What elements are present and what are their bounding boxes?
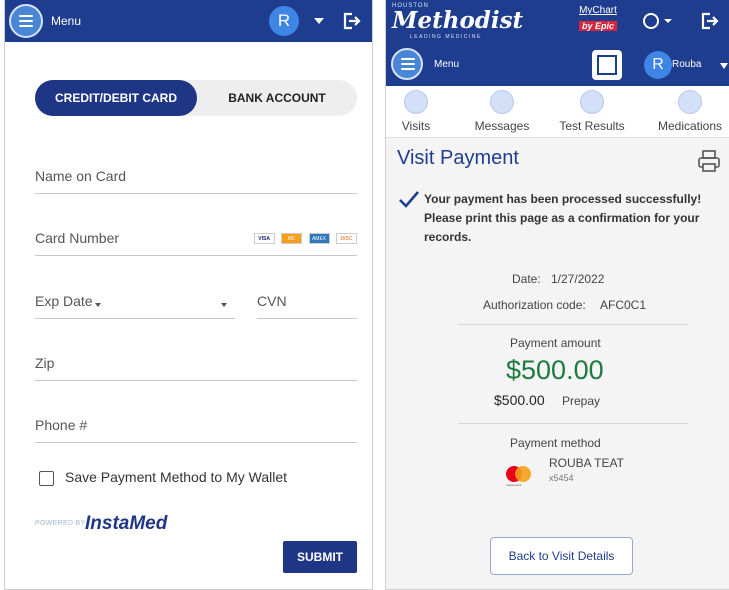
- auth-code: AFC0C1: [600, 298, 647, 312]
- discover-logo: DISC: [336, 233, 357, 244]
- bank-account-tab[interactable]: BANK ACCOUNT: [197, 80, 357, 116]
- powered-by-text: POWERED BY: [35, 520, 86, 527]
- cvn-field[interactable]: CVN: [257, 287, 357, 319]
- payment-amount-value: $500.00: [506, 355, 604, 385]
- confirmation-message: Your payment has been processed successf…: [424, 192, 702, 244]
- qr-code-button[interactable]: [592, 50, 622, 80]
- nav-label: Messages: [474, 119, 530, 133]
- zip-placeholder: Zip: [35, 355, 55, 371]
- avatar[interactable]: R: [269, 6, 299, 36]
- nav-label: Test Results: [559, 119, 625, 133]
- breakdown-amount: $500.00: [494, 392, 545, 408]
- divider: [458, 324, 688, 325]
- chevron-down-icon: [95, 303, 101, 307]
- brand-tagline: LEADING MEDICINE: [410, 34, 482, 40]
- credit-debit-tab[interactable]: CREDIT/DEBIT CARD: [35, 80, 197, 116]
- exp-month-select[interactable]: Exp Date: [35, 287, 135, 319]
- submit-button[interactable]: SUBMIT: [283, 541, 357, 573]
- instamed-logo: InstaMed: [85, 513, 168, 534]
- date-value: 1/27/2022: [551, 272, 605, 286]
- flask-icon: [580, 90, 604, 114]
- check-icon: [399, 191, 419, 208]
- divider: [458, 423, 688, 424]
- name-on-card-field[interactable]: Name on Card: [35, 162, 357, 194]
- logout-icon[interactable]: [341, 11, 361, 31]
- calendar-icon: [404, 90, 428, 114]
- auth-label: Authorization code:: [483, 298, 586, 312]
- chevron-down-icon[interactable]: [664, 19, 672, 23]
- card-brand-logos: VISA MC AMEX DISC: [252, 233, 357, 251]
- visit-payment-panel: HOUSTON Methodist LEADING MEDICINE MyCha…: [385, 0, 729, 590]
- nav-item-test-results[interactable]: Test Results: [554, 90, 630, 133]
- menu-label: Menu: [51, 14, 82, 28]
- mastercard-wordmark: mastercard: [506, 483, 522, 487]
- phone-placeholder: Phone #: [35, 417, 88, 433]
- exp-date-placeholder: Exp Date: [35, 293, 93, 309]
- payment-amount-label: Payment amount: [510, 336, 601, 350]
- mychart-header: HOUSTON Methodist LEADING MEDICINE MyCha…: [386, 0, 729, 86]
- cvn-placeholder: CVN: [257, 293, 287, 309]
- mychart-label: MyChart: [579, 5, 617, 16]
- pill-icon: [678, 90, 702, 114]
- menu-label: Menu: [434, 59, 460, 70]
- date-label: Date:: [512, 272, 541, 286]
- app-header: Menu R: [5, 0, 372, 42]
- avatar[interactable]: R: [644, 51, 672, 79]
- mastercard-logo: MC: [281, 233, 303, 244]
- breakdown-label: Prepay: [562, 394, 601, 408]
- exp-year-select[interactable]: [135, 287, 235, 319]
- menu-button[interactable]: [9, 4, 43, 38]
- globe-icon[interactable]: [643, 13, 659, 29]
- nav-item-medications[interactable]: Medications: [652, 90, 728, 133]
- page-title: Visit Payment: [397, 147, 519, 169]
- payment-form-panel: Menu R CREDIT/DEBIT CARD BANK ACCOUNT Na…: [4, 0, 373, 590]
- payment-type-toggle: CREDIT/DEBIT CARD BANK ACCOUNT: [35, 80, 357, 116]
- qr-code-icon: [597, 55, 617, 75]
- zip-field[interactable]: Zip: [35, 349, 357, 381]
- save-wallet-label[interactable]: Save Payment Method to My Wallet: [65, 469, 287, 485]
- user-name[interactable]: Rouba: [672, 59, 701, 70]
- activity-nav: Visits Messages Test Results Medications: [386, 86, 729, 138]
- back-to-visit-details-button[interactable]: Back to Visit Details: [490, 537, 633, 575]
- card-last4: x5454: [549, 473, 574, 483]
- payment-method-label: Payment method: [510, 436, 601, 450]
- chevron-down-icon: [221, 303, 227, 307]
- methodist-logo[interactable]: Methodist: [392, 7, 523, 34]
- amex-logo: AMEX: [308, 233, 330, 244]
- nav-item-messages[interactable]: Messages: [472, 90, 532, 133]
- visa-logo: VISA: [253, 233, 275, 244]
- chevron-down-icon[interactable]: [314, 18, 324, 24]
- logout-icon[interactable]: [699, 11, 719, 31]
- save-wallet-checkbox[interactable]: [39, 471, 54, 486]
- chevron-down-icon[interactable]: [720, 63, 728, 69]
- nav-item-visits[interactable]: Visits: [396, 90, 436, 133]
- menu-button[interactable]: [391, 48, 423, 80]
- nav-label: Medications: [657, 119, 723, 133]
- epic-badge: by Epic: [579, 21, 617, 31]
- print-icon[interactable]: [696, 148, 722, 174]
- nav-label: Visits: [401, 119, 431, 133]
- name-on-card-placeholder: Name on Card: [35, 168, 127, 184]
- card-holder-name: ROUBA TEAT: [549, 456, 624, 470]
- phone-field[interactable]: Phone #: [35, 411, 357, 443]
- card-number-placeholder: Card Number: [35, 230, 120, 246]
- mychart-logo[interactable]: MyChart by Epic: [579, 5, 617, 34]
- envelope-icon: [490, 90, 514, 114]
- card-number-field[interactable]: Card Number VISA MC AMEX DISC: [35, 224, 357, 256]
